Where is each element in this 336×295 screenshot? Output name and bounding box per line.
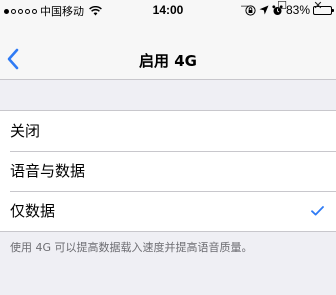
page-title: 启用 4G bbox=[139, 52, 197, 70]
maximize-button[interactable]: ☐ bbox=[264, 0, 300, 14]
option-data-only[interactable]: 仅数据 bbox=[0, 191, 336, 231]
window-controls: — ☐ ✕ bbox=[228, 0, 336, 14]
option-label: 语音与数据 bbox=[10, 162, 86, 180]
navigation-bar: 启用 4G bbox=[0, 20, 336, 80]
option-label: 关闭 bbox=[10, 122, 41, 140]
option-off[interactable]: 关闭 bbox=[0, 111, 336, 151]
option-label: 仅数据 bbox=[10, 202, 56, 220]
close-button[interactable]: ✕ bbox=[300, 0, 336, 14]
checkmark-icon bbox=[311, 191, 324, 231]
footnote-text: 使用 4G 可以提高数据载入速度并提高语音质量。 bbox=[10, 241, 253, 254]
minimize-button[interactable]: — bbox=[228, 0, 264, 14]
option-voice-and-data[interactable]: 语音与数据 bbox=[0, 151, 336, 191]
option-list: 关闭 语音与数据 仅数据 bbox=[0, 110, 336, 232]
